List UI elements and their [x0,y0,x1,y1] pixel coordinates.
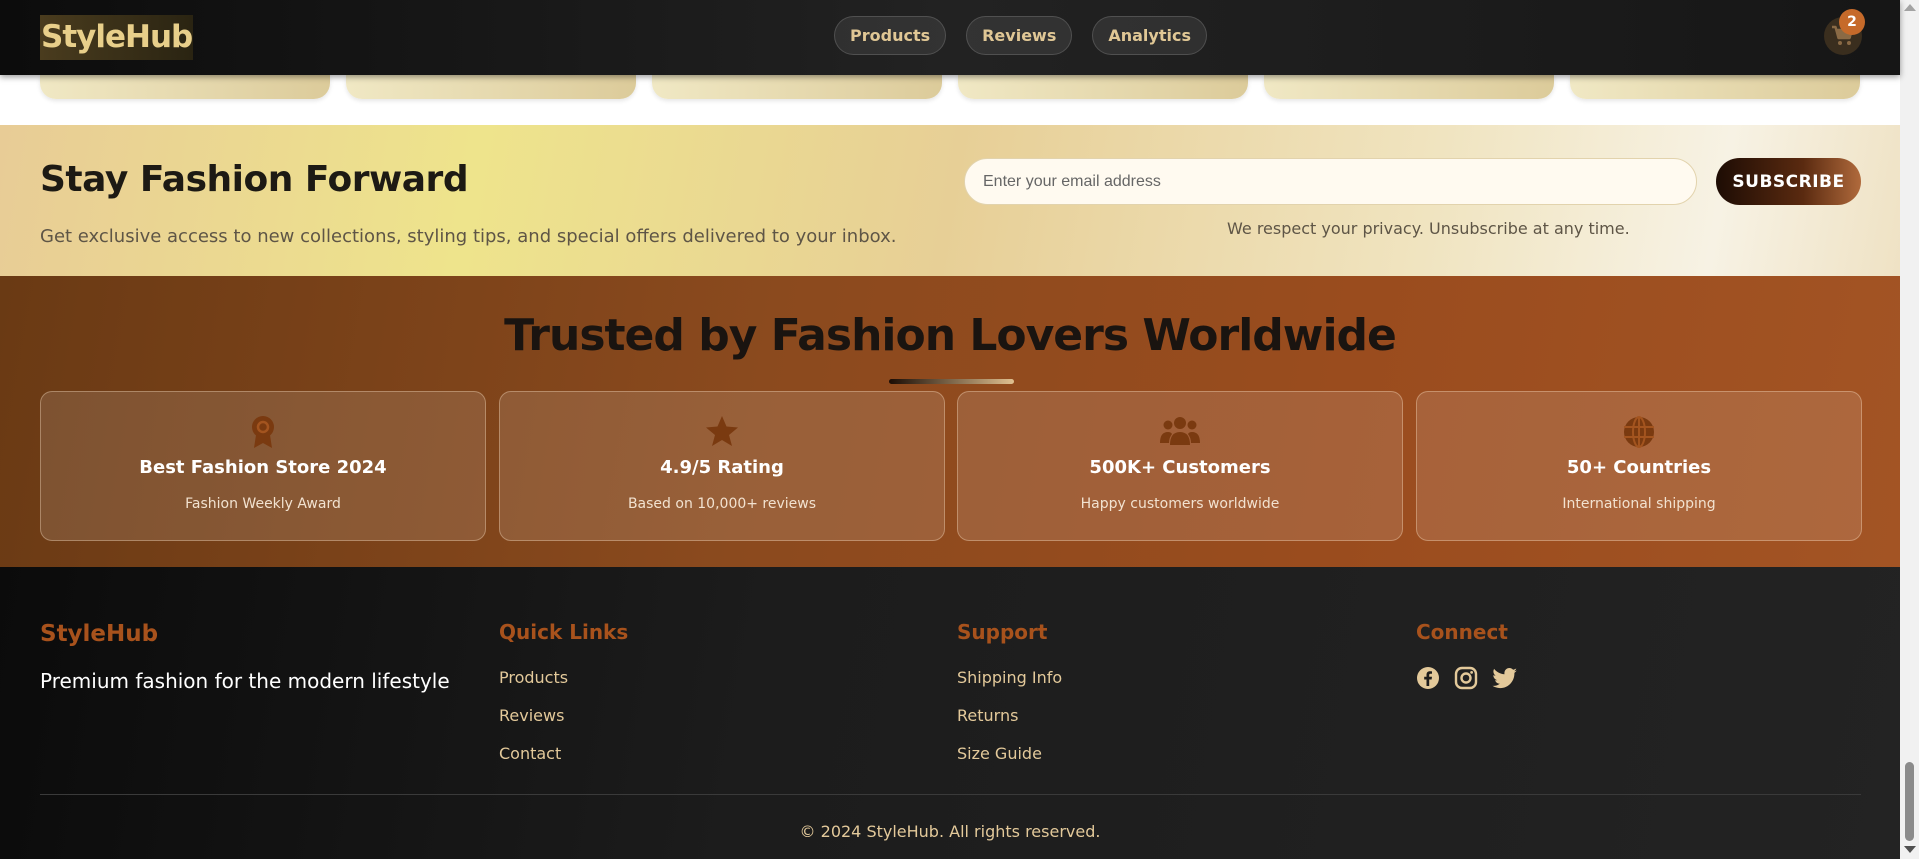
email-input[interactable] [964,158,1697,205]
award-subtitle: Happy customers worldwide [1080,496,1280,512]
cart-count-badge: 2 [1839,9,1865,35]
nav-analytics[interactable]: Analytics [1092,16,1207,55]
footer-brand: StyleHub [40,621,159,647]
newsletter-section: Stay Fashion Forward Get exclusive acces… [0,125,1900,276]
footer-tagline: Premium fashion for the modern lifestyle [40,669,450,693]
vertical-scrollbar[interactable] [1900,0,1919,859]
star-icon [706,416,738,446]
footer-link-returns[interactable]: Returns [957,706,1018,725]
award-icon [252,416,274,448]
award-card: 500K+ Customers Happy customers worldwid… [957,391,1403,541]
twitter-icon[interactable] [1492,666,1518,690]
footer-link-shipping[interactable]: Shipping Info [957,668,1062,687]
award-subtitle: International shipping [1562,496,1716,512]
trust-title: Trusted by Fashion Lovers Worldwide [504,310,1397,361]
award-title: 500K+ Customers [1089,457,1271,478]
award-card: 4.9/5 Rating Based on 10,000+ reviews [499,391,945,541]
award-card: 50+ Countries International shipping [1416,391,1862,541]
facebook-icon[interactable] [1416,666,1440,690]
site-header: StyleHub Products Reviews Analytics 2 [0,0,1900,75]
instagram-icon[interactable] [1454,666,1478,690]
footer-link-contact[interactable]: Contact [499,744,561,763]
connect-title: Connect [1416,620,1508,644]
nav-products[interactable]: Products [834,16,947,55]
subscribe-button[interactable]: SUBSCRIBE [1716,158,1861,205]
award-title: Best Fashion Store 2024 [139,457,387,478]
scroll-down-icon[interactable] [1904,846,1916,853]
logo[interactable]: StyleHub [40,15,193,60]
scrollbar-thumb[interactable] [1905,762,1914,841]
product-card[interactable] [1264,75,1554,99]
footer-link-products[interactable]: Products [499,668,568,687]
award-card: Best Fashion Store 2024 Fashion Weekly A… [40,391,486,541]
title-underline [889,379,1014,384]
main-nav: Products Reviews Analytics [834,16,1207,55]
social-links [1416,666,1518,690]
product-card[interactable] [652,75,942,99]
scroll-up-icon[interactable] [1904,4,1916,11]
privacy-note: We respect your privacy. Unsubscribe at … [1227,219,1630,238]
newsletter-title: Stay Fashion Forward [40,159,469,200]
award-subtitle: Based on 10,000+ reviews [627,496,817,512]
footer-divider [40,794,1861,795]
site-footer: StyleHub Premium fashion for the modern … [0,567,1900,859]
product-card[interactable] [1570,75,1860,99]
trust-section: Trusted by Fashion Lovers Worldwide Best… [0,276,1900,567]
globe-icon [1624,416,1654,448]
product-card[interactable] [346,75,636,99]
quick-links-title: Quick Links [499,620,629,644]
product-card[interactable] [958,75,1248,99]
award-subtitle: Fashion Weekly Award [185,496,341,512]
footer-link-size-guide[interactable]: Size Guide [957,744,1042,763]
product-card[interactable] [40,75,330,99]
copyright: © 2024 StyleHub. All rights reserved. [799,822,1101,841]
support-title: Support [957,620,1048,644]
newsletter-subtitle: Get exclusive access to new collections,… [40,226,897,247]
award-title: 4.9/5 Rating [660,457,784,478]
users-icon [1160,417,1200,445]
nav-reviews[interactable]: Reviews [966,16,1073,55]
award-title: 50+ Countries [1566,457,1712,478]
footer-link-reviews[interactable]: Reviews [499,706,564,725]
